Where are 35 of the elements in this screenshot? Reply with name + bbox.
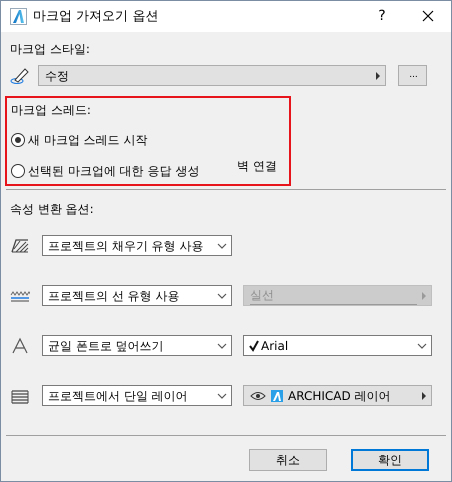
arrow-icon [375,70,381,80]
radio-option[interactable]: 선택된 마크업에 대한 응답 생성 [11,162,200,180]
radio-button[interactable] [11,133,25,147]
chevron-icon [217,342,227,350]
radio-option[interactable]: 새 마크업 스레드 시작 [11,131,148,149]
more-button[interactable]: ... [398,65,427,86]
arrow-icon [421,290,427,300]
arrow-icon [421,390,427,400]
close-icon[interactable] [422,10,434,22]
attribute-select[interactable]: 프로젝트의 선 유형 사용 [42,285,232,306]
chevron-icon [217,392,227,400]
attribute-select[interactable]: 균일 폰트로 덮어쓰기 [42,335,232,356]
attribute-select[interactable]: 프로젝트에서 단일 레이어 [42,385,232,406]
radio-button[interactable] [11,164,25,178]
layer-button[interactable]: ARCHICAD 레이어 [243,385,432,406]
line-type-popup: 실선 [243,285,432,306]
attribute-select[interactable]: 프로젝트의 채우기 유형 사용 [42,235,232,256]
chevron-icon [217,242,227,250]
cancel-button[interactable]: 취소 [249,449,327,471]
style-dropdown[interactable]: 수정 [38,65,386,86]
hatch-icon [10,236,30,254]
section-label: 속성 변환 옵션: [10,201,95,218]
chevron-icon [217,292,227,300]
window-title: 마크업 가져오기 옵션 [33,8,160,26]
ok-button[interactable]: 확인 [351,449,429,471]
help-button[interactable]: ? [359,6,405,27]
section-label: 마크업 스레드: [11,102,92,119]
font-select[interactable]: Arial [243,335,432,356]
app-icon [10,8,27,25]
note-text: 벽 연결 [237,158,277,175]
section-label: 마크업 스타일: [10,41,91,58]
letter-icon [10,336,30,354]
chevron-icon [417,342,427,350]
pen-icon [10,66,30,84]
app-icon [271,390,283,402]
